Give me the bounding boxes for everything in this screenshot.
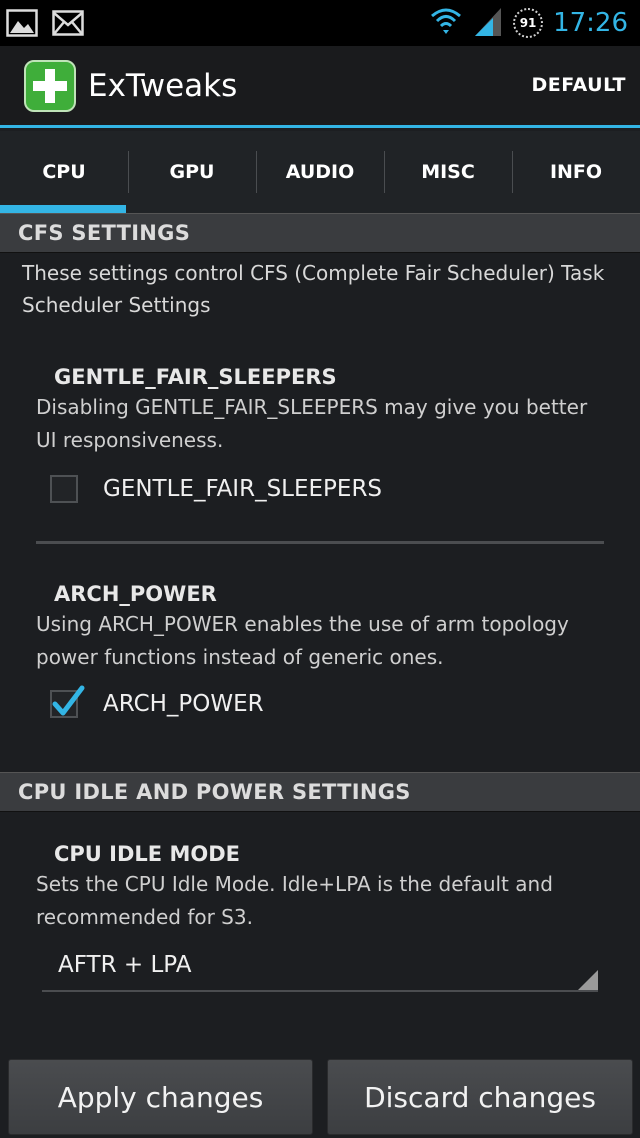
clock: 17:26	[553, 8, 628, 38]
pref-title-idle-mode: CPU IDLE MODE	[54, 842, 240, 866]
tab-info[interactable]: INFO	[512, 131, 640, 213]
bottom-button-bar: Apply changes Discard changes	[0, 1050, 640, 1138]
section-description: These settings control CFS (Complete Fai…	[22, 261, 605, 317]
arch-checkbox-label: ARCH_POWER	[103, 691, 264, 717]
default-button[interactable]: DEFAULT	[531, 74, 626, 96]
tab-selected-indicator	[0, 205, 126, 213]
tab-bar: CPU GPU AUDIO MISC INFO	[0, 131, 640, 213]
cell-signal-icon	[473, 4, 503, 42]
action-bar: ExTweaks DEFAULT	[0, 46, 640, 128]
arch-checkbox-row[interactable]: ARCH_POWER	[0, 678, 640, 730]
tab-cpu[interactable]: CPU	[0, 131, 128, 213]
pref-summary-idle-mode: Sets the CPU Idle Mode. Idle+LPA is the …	[36, 872, 553, 929]
tab-gpu[interactable]: GPU	[128, 131, 256, 213]
apply-changes-button[interactable]: Apply changes	[8, 1059, 313, 1135]
pref-title-gentle: GENTLE_FAIR_SLEEPERS	[54, 365, 337, 389]
tab-misc[interactable]: MISC	[384, 131, 512, 213]
gentle-checkbox-row[interactable]: GENTLE_FAIR_SLEEPERS	[0, 463, 640, 515]
app-title: ExTweaks	[88, 68, 238, 104]
settings-content: CFS SETTINGS These settings control CFS …	[0, 213, 640, 992]
pref-summary-gentle: Disabling GENTLE_FAIR_SLEEPERS may give …	[36, 395, 588, 452]
dropdown-arrow-icon	[578, 970, 598, 990]
status-bar: 91 17:26	[0, 0, 640, 46]
arch-checkbox[interactable]	[50, 685, 85, 718]
mail-notification-icon	[52, 8, 84, 42]
tab-audio[interactable]: AUDIO	[256, 131, 384, 213]
idle-mode-selected-value: AFTR + LPA	[58, 952, 192, 978]
idle-mode-dropdown[interactable]: AFTR + LPA	[42, 940, 598, 992]
checkmark-icon	[52, 685, 85, 716]
image-notification-icon	[6, 8, 38, 42]
pref-title-arch: ARCH_POWER	[54, 582, 217, 606]
section-header-cfs: CFS SETTINGS	[0, 213, 640, 253]
battery-icon: 91	[513, 8, 544, 38]
gentle-checkbox-label: GENTLE_FAIR_SLEEPERS	[103, 476, 383, 502]
app-plus-icon[interactable]	[24, 60, 76, 112]
pref-summary-arch: Using ARCH_POWER enables the use of arm …	[36, 612, 569, 669]
wifi-icon	[429, 4, 463, 42]
discard-changes-button[interactable]: Discard changes	[327, 1059, 633, 1135]
gentle-checkbox[interactable]	[50, 475, 78, 503]
section-header-cpu-idle: CPU IDLE AND POWER SETTINGS	[0, 772, 640, 812]
